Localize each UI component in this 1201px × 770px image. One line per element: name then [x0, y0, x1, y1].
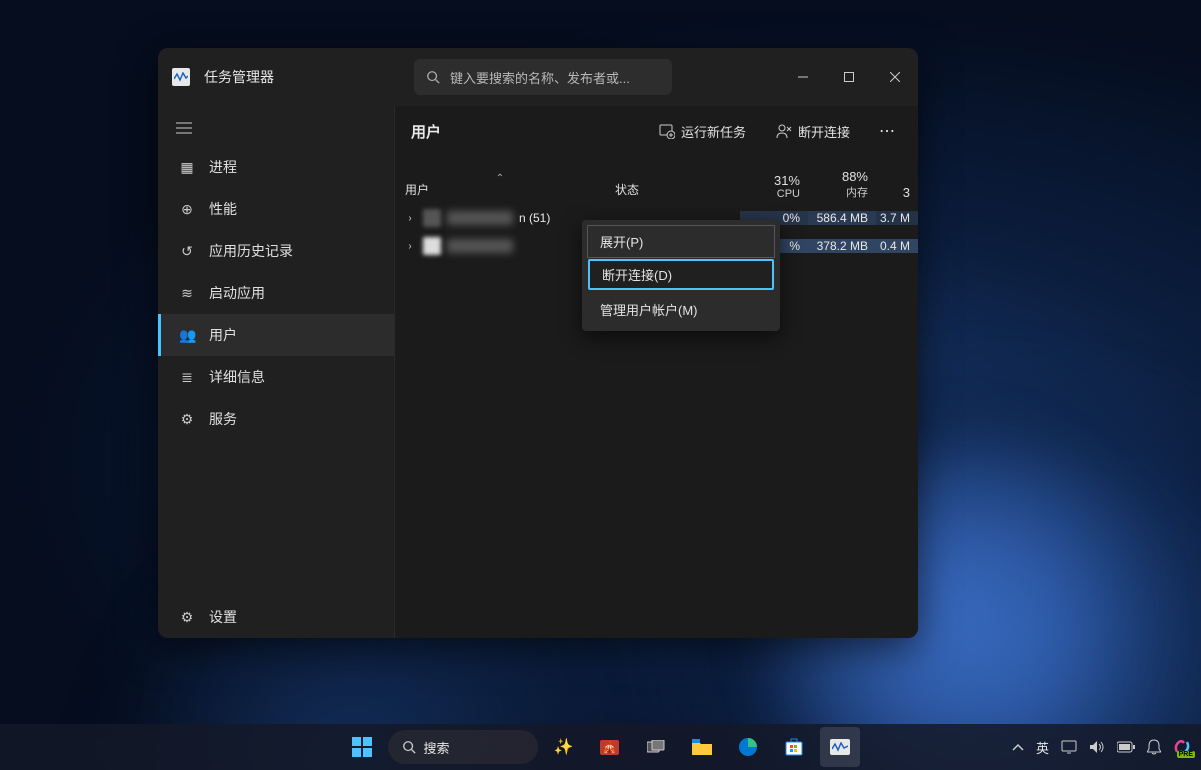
sidebar-item-label: 进程 [209, 157, 237, 177]
main-header: 用户 运行新任务 断开连接 ⋯ [395, 106, 918, 156]
network-icon[interactable] [1061, 740, 1077, 754]
cell-disk: 3.7 M [876, 211, 918, 225]
col-user[interactable]: ⌃ 用户 [395, 175, 605, 204]
start-button[interactable] [342, 727, 382, 767]
task-manager-window: 任务管理器 键入要搜索的名称、发布者或... ▦ 进程 ⊕ 性能 [158, 48, 918, 638]
startup-icon: ≋ [179, 285, 195, 302]
maximize-button[interactable] [826, 57, 872, 97]
table-header: ⌃ 用户 状态 31% CPU 88% 内存 3 [395, 156, 918, 204]
taskbar-search[interactable]: 搜索 [388, 730, 538, 764]
sidebar-item-users[interactable]: 👥 用户 [158, 314, 394, 356]
users-icon: 👥 [179, 327, 195, 344]
window-controls [780, 57, 918, 97]
taskbar-widget-1[interactable]: ✨ [544, 727, 584, 767]
search-input[interactable]: 键入要搜索的名称、发布者或... [414, 59, 672, 95]
battery-icon[interactable] [1117, 741, 1135, 753]
app-icon [172, 68, 190, 86]
search-placeholder: 键入要搜索的名称、发布者或... [450, 68, 630, 87]
context-menu: 展开(P) 断开连接(D) 管理用户帐户(M) [582, 220, 780, 331]
system-tray: 英 PRE [1012, 738, 1191, 757]
more-button[interactable]: ⋯ [872, 121, 902, 141]
col-disk[interactable]: 3 [876, 181, 918, 204]
sidebar: ▦ 进程 ⊕ 性能 ↺ 应用历史记录 ≋ 启动应用 👥 用户 ≣ 详细信息 [158, 106, 394, 638]
sidebar-item-label: 用户 [209, 325, 237, 345]
search-icon [426, 70, 440, 84]
sidebar-item-label: 详细信息 [209, 367, 265, 387]
disconnect-button[interactable]: 断开连接 [768, 116, 858, 147]
col-status[interactable]: 状态 [605, 175, 740, 204]
history-icon: ↺ [179, 243, 195, 260]
taskbar-widget-2[interactable]: 🎪 [590, 727, 630, 767]
close-button[interactable] [872, 57, 918, 97]
sidebar-item-label: 应用历史记录 [209, 241, 293, 261]
sidebar-item-label: 服务 [209, 409, 237, 429]
ime-button[interactable]: 英 [1036, 738, 1049, 757]
tray-chevron-up-icon[interactable] [1012, 743, 1024, 751]
user-suffix: n (51) [519, 211, 550, 225]
taskbar: 搜索 ✨ 🎪 英 [0, 724, 1201, 770]
user-name-redacted: xxxxxxx [447, 239, 513, 253]
minimize-button[interactable] [780, 57, 826, 97]
sidebar-item-app-history[interactable]: ↺ 应用历史记录 [158, 230, 394, 272]
gear-icon: ⚙ [179, 609, 195, 626]
file-explorer-button[interactable] [682, 727, 722, 767]
processes-icon: ▦ [179, 159, 195, 176]
task-manager-button[interactable] [820, 727, 860, 767]
titlebar: 任务管理器 键入要搜索的名称、发布者或... [158, 48, 918, 106]
run-new-task-button[interactable]: 运行新任务 [651, 116, 754, 147]
col-memory[interactable]: 88% 内存 [808, 165, 876, 204]
cell-disk: 0.4 M [876, 239, 918, 253]
sidebar-item-details[interactable]: ≣ 详细信息 [158, 356, 394, 398]
chevron-right-icon[interactable]: › [403, 241, 417, 252]
col-cpu[interactable]: 31% CPU [740, 169, 808, 204]
copilot-pre-icon[interactable]: PRE [1173, 738, 1191, 756]
performance-icon: ⊕ [179, 201, 195, 218]
avatar [423, 209, 441, 227]
notification-icon[interactable] [1147, 739, 1161, 755]
chevron-right-icon[interactable]: › [403, 213, 417, 224]
page-title: 用户 [411, 121, 441, 142]
cell-memory: 378.2 MB [808, 239, 876, 253]
windows-icon [352, 737, 372, 757]
main-panel: 用户 运行新任务 断开连接 ⋯ ⌃ [394, 106, 918, 638]
edge-button[interactable] [728, 727, 768, 767]
sidebar-item-performance[interactable]: ⊕ 性能 [158, 188, 394, 230]
sidebar-item-label: 性能 [209, 199, 237, 219]
disconnect-icon [776, 123, 792, 139]
context-item-disconnect[interactable]: 断开连接(D) [588, 259, 774, 290]
sidebar-item-processes[interactable]: ▦ 进程 [158, 146, 394, 188]
sort-caret-icon: ⌃ [496, 173, 504, 184]
services-icon: ⚙ [179, 411, 195, 428]
sidebar-item-startup[interactable]: ≋ 启动应用 [158, 272, 394, 314]
task-view-button[interactable] [636, 727, 676, 767]
avatar [423, 237, 441, 255]
sidebar-item-label: 设置 [209, 607, 237, 627]
context-item-manage-user[interactable]: 管理用户帐户(M) [582, 292, 780, 327]
search-icon [402, 740, 416, 754]
context-item-expand[interactable]: 展开(P) [588, 226, 774, 257]
cell-memory: 586.4 MB [808, 211, 876, 225]
sidebar-item-services[interactable]: ⚙ 服务 [158, 398, 394, 440]
volume-icon[interactable] [1089, 740, 1105, 754]
details-icon: ≣ [179, 369, 195, 386]
run-task-icon [659, 123, 675, 139]
sidebar-item-label: 启动应用 [209, 283, 265, 303]
sidebar-item-settings[interactable]: ⚙ 设置 [158, 596, 394, 638]
microsoft-store-button[interactable] [774, 727, 814, 767]
app-title: 任务管理器 [204, 67, 274, 87]
hamburger-button[interactable] [158, 110, 394, 146]
user-name-redacted: xxxxxxx [447, 211, 513, 225]
